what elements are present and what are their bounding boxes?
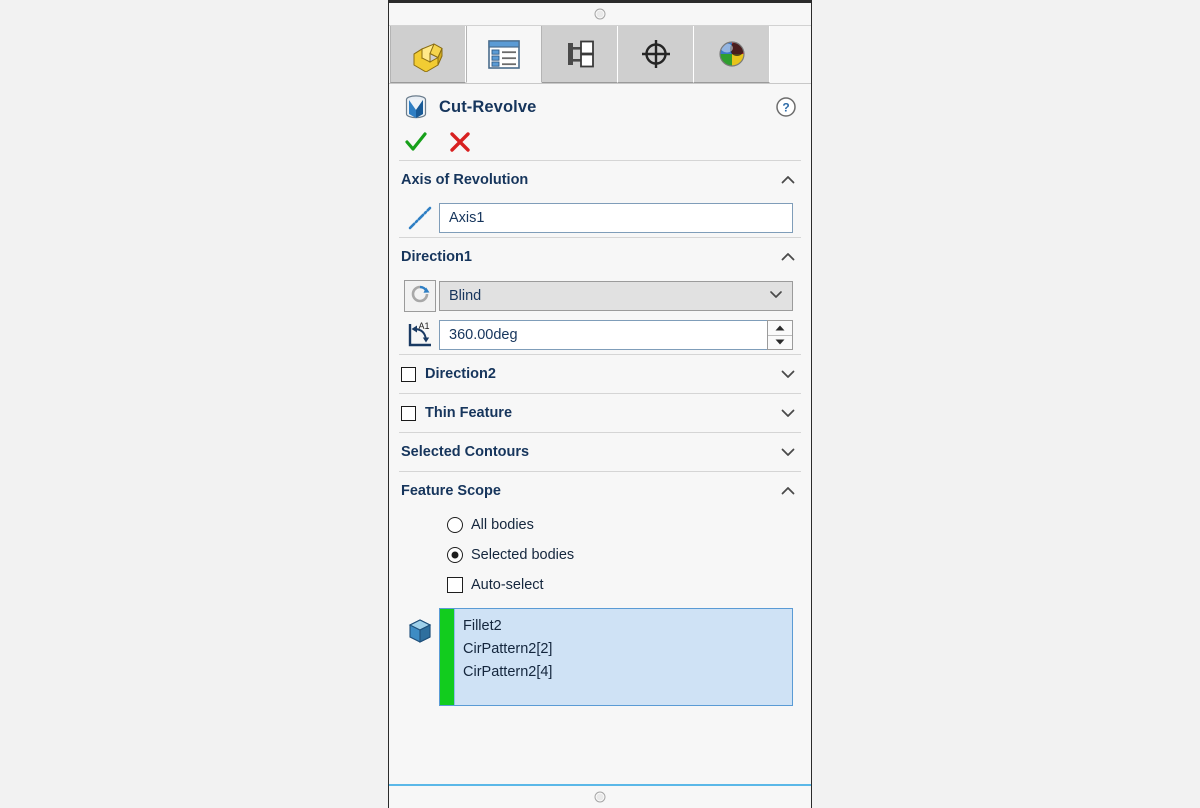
tree-branch-icon [560,36,600,72]
chevron-down-icon [768,286,784,306]
auto-select-checkbox[interactable] [447,577,463,593]
feature-title-row: Cut-Revolve ? [389,84,811,124]
screen: Cut-Revolve ? Axis of Revolution Axis1 D… [0,0,1200,808]
tab-property-manager[interactable] [466,26,542,83]
selected-bodies-list: Fillet2 CirPattern2[2] CirPattern2[4] [454,609,792,705]
section-direction1-header[interactable]: Direction1 [389,238,811,276]
red-x-icon[interactable] [447,129,473,155]
cut-revolve-icon [401,92,431,122]
solid-body-cube-icon [401,608,439,646]
option-selected-bodies[interactable]: Selected bodies [389,540,811,570]
splitter-handle-icon[interactable] [594,8,606,20]
tab-display-manager[interactable] [694,26,770,83]
tab-configuration-manager[interactable] [542,26,618,83]
angle-spinner: 360.00deg [439,320,793,350]
chevron-down-icon[interactable] [779,443,797,461]
triangle-up-icon[interactable] [768,321,792,336]
property-list-icon [484,36,524,72]
angle-row: A1 360.00deg [389,316,811,354]
section-thin-feature-header[interactable]: Thin Feature [389,394,811,432]
property-manager-panel: Cut-Revolve ? Axis of Revolution Axis1 D… [388,0,812,808]
section-selected-contours-header[interactable]: Selected Contours [389,433,811,471]
active-selection-indicator [440,609,454,705]
option-label: All bodies [471,517,534,533]
section-title: Direction1 [401,249,472,265]
section-axis-of-revolution-header[interactable]: Axis of Revolution [389,161,811,199]
yellow-blocks-icon [408,36,448,72]
all-bodies-radio[interactable] [447,517,463,533]
thin-feature-checkbox[interactable] [401,405,416,421]
page-title: Cut-Revolve [439,97,537,116]
chevron-up-icon[interactable] [779,171,797,189]
triangle-down-icon[interactable] [768,335,792,349]
green-checkmark-icon[interactable] [403,129,429,155]
reverse-direction-icon [408,282,432,311]
option-label: Auto-select [471,577,544,593]
manager-tab-strip [389,26,811,84]
reverse-direction-button-wrap [401,280,439,312]
section-title: Thin Feature [425,405,513,421]
chevron-up-icon[interactable] [779,248,797,266]
list-item[interactable]: CirPattern2[2] [463,638,792,661]
svg-text:A1: A1 [418,321,429,331]
end-condition-dropdown[interactable]: Blind [439,281,793,311]
selected-bodies-listbox[interactable]: Fillet2 CirPattern2[2] CirPattern2[4] [439,608,793,706]
chevron-down-icon[interactable] [779,404,797,422]
dash-dot-axis-icon [401,203,439,233]
angle-a1-icon: A1 [401,320,439,350]
top-splitter[interactable] [389,3,811,26]
section-direction2-header[interactable]: Direction2 [389,355,811,393]
bodies-selection-row: Fillet2 CirPattern2[2] CirPattern2[4] [389,600,811,706]
section-title: Selected Contours [401,444,530,460]
question-mark-icon[interactable]: ? [775,96,797,118]
option-all-bodies[interactable]: All bodies [389,510,811,540]
chevron-up-icon[interactable] [779,482,797,500]
axis-input[interactable]: Axis1 [439,203,793,233]
angle-stepper [767,320,793,350]
direction2-checkbox[interactable] [401,366,416,382]
option-label: Selected bodies [471,547,575,563]
svg-text:?: ? [782,101,789,115]
section-feature-scope-header[interactable]: Feature Scope [389,472,811,510]
end-condition-row: Blind [389,276,811,316]
splitter-handle-icon[interactable] [594,791,606,803]
axis-selection-row: Axis1 [389,199,811,237]
color-sphere-icon [712,36,752,72]
section-title: Direction2 [425,366,496,382]
bottom-splitter[interactable] [389,784,811,808]
confirm-row [389,124,811,160]
list-item[interactable]: CirPattern2[4] [463,661,792,684]
reverse-direction-button[interactable] [404,280,436,312]
crosshair-target-icon [636,36,676,72]
option-auto-select[interactable]: Auto-select [389,570,811,600]
list-item[interactable]: Fillet2 [463,615,792,638]
section-title: Feature Scope [401,483,501,499]
chevron-down-icon[interactable] [779,365,797,383]
tab-dimxpert-manager[interactable] [618,26,694,83]
end-condition-value: Blind [449,288,482,304]
selected-bodies-radio[interactable] [447,547,463,563]
section-title: Axis of Revolution [401,172,529,188]
tab-feature-manager-design-tree[interactable] [390,26,466,83]
angle-input[interactable]: 360.00deg [439,320,767,350]
